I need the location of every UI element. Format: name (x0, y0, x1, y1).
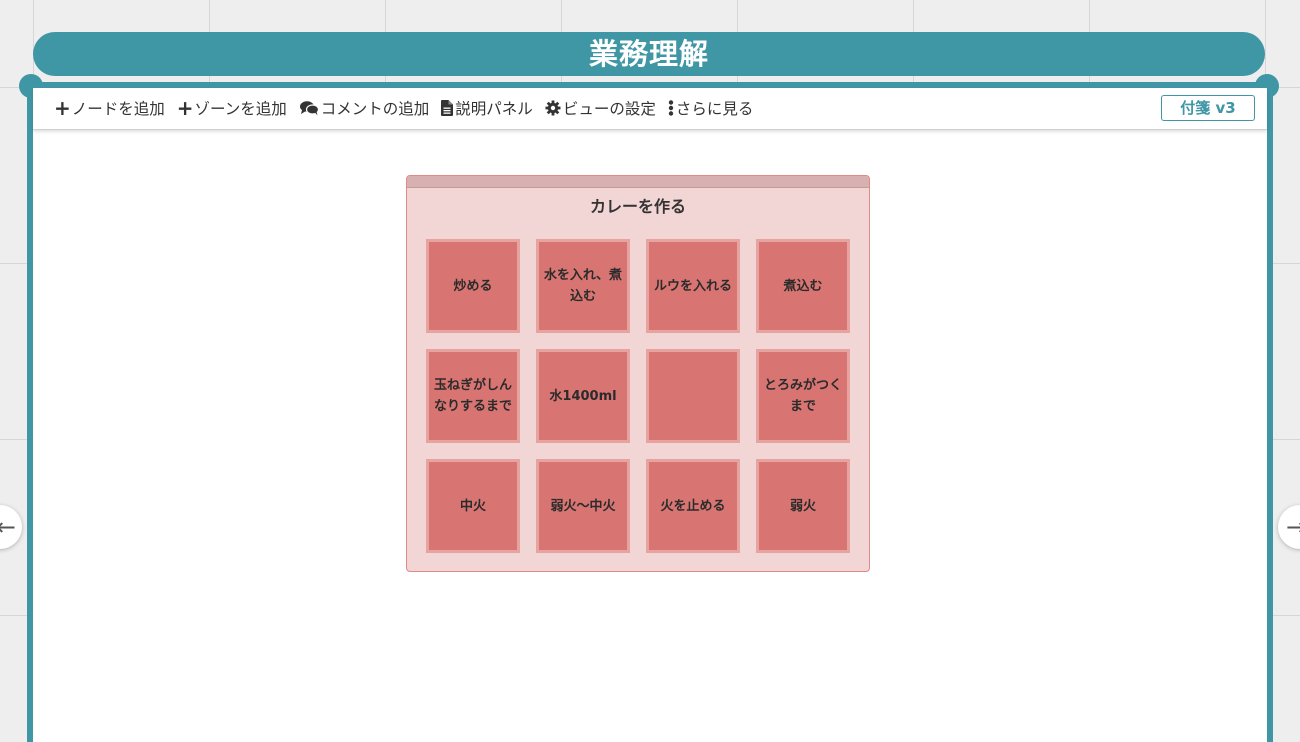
more-button[interactable]: さらに見る (668, 97, 754, 119)
sticky-note[interactable]: 水1400ml (536, 349, 630, 443)
toolbar-items: + ノードを追加 + ゾーンを追加 コメントの追加 説明パネル ビューの設定 さ… (54, 88, 765, 128)
add-zone-button[interactable]: + ゾーンを追加 (177, 97, 287, 119)
view-settings-label: ビューの設定 (562, 100, 656, 118)
document-icon (441, 100, 454, 116)
zone-title: カレーを作る (589, 197, 686, 216)
version-badge[interactable]: 付箋 v3 (1161, 95, 1255, 121)
page-title: 業務理解 (33, 32, 1265, 76)
view-settings-button[interactable]: ビューの設定 (545, 97, 656, 119)
arrow-left-icon: ← (0, 513, 16, 541)
scroll-left-handle[interactable]: ← (0, 505, 22, 549)
gear-icon (545, 100, 561, 116)
plus-icon: + (176, 96, 194, 120)
add-node-button[interactable]: + ノードを追加 (54, 97, 165, 119)
sticky-note[interactable]: 玉ねぎがしんなりするまで (426, 349, 520, 443)
sticky-note[interactable]: 煮込む (756, 239, 850, 333)
comments-icon (299, 101, 319, 116)
sticky-note[interactable]: 弱火 (756, 459, 850, 553)
arrow-right-icon: → (1286, 513, 1300, 541)
sticky-note[interactable]: 中火 (426, 459, 520, 553)
add-comment-button[interactable]: コメントの追加 (299, 97, 430, 119)
description-panel-label: 説明パネル (455, 100, 533, 118)
sticky-note[interactable]: 炒める (426, 239, 520, 333)
description-panel-button[interactable]: 説明パネル (441, 97, 533, 119)
sticky-note-empty[interactable] (646, 349, 740, 443)
scroll-right-handle[interactable]: → (1278, 505, 1300, 549)
sticky-note[interactable]: 火を止める (646, 459, 740, 553)
add-zone-label: ゾーンを追加 (194, 100, 287, 118)
add-comment-label: コメントの追加 (320, 100, 430, 118)
sticky-note[interactable]: ルウを入れる (646, 239, 740, 333)
toolbar: + ノードを追加 + ゾーンを追加 コメントの追加 説明パネル ビューの設定 さ… (33, 88, 1267, 130)
sticky-note[interactable]: とろみがつくまで (756, 349, 850, 443)
zone-curry[interactable]: カレーを作る 炒める 水を入れ、煮込む ルウを入れる 煮込む 玉ねぎがしんなりす… (406, 175, 870, 572)
vertical-dots-icon (668, 100, 674, 116)
sticky-note[interactable]: 弱火〜中火 (536, 459, 630, 553)
add-node-label: ノードを追加 (71, 100, 165, 118)
zone-drag-handle[interactable] (407, 176, 869, 188)
more-label: さらに見る (675, 100, 754, 118)
plus-icon: + (54, 96, 71, 120)
sticky-note[interactable]: 水を入れ、煮込む (536, 239, 630, 333)
